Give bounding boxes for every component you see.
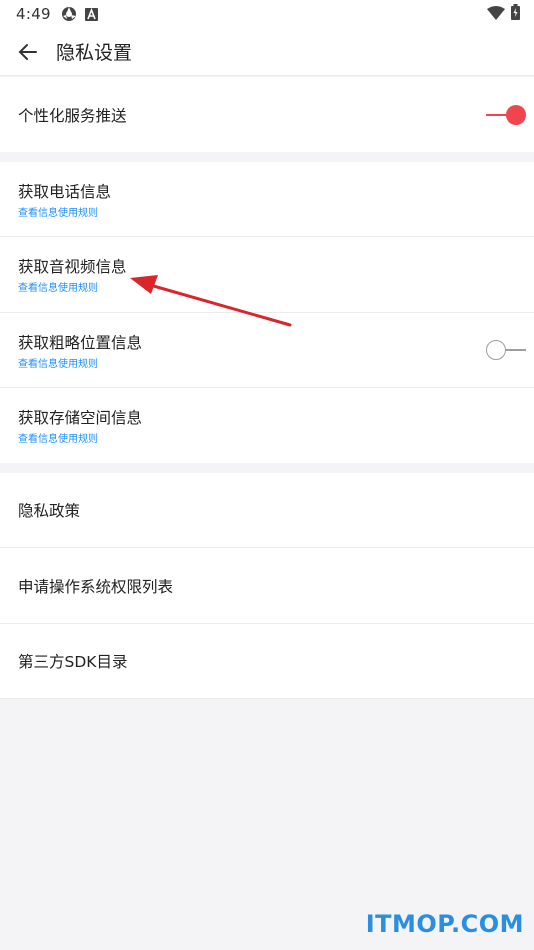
- personalization-section: 个性化服务推送: [0, 77, 534, 152]
- back-arrow-icon: [18, 43, 37, 60]
- av-info-label: 获取音视频信息: [18, 258, 127, 276]
- toggle-knob: [506, 104, 526, 125]
- location-info-rules-link[interactable]: 查看信息使用规则: [18, 355, 534, 370]
- phone-info-label: 获取电话信息: [18, 182, 112, 201]
- personalized-push-toggle[interactable]: [486, 104, 526, 125]
- location-info-row[interactable]: 获取粗略位置信息 查看信息使用规则: [0, 313, 534, 388]
- av-info-rules-link[interactable]: 查看信息使用规则: [18, 279, 534, 294]
- av-info-row[interactable]: 获取音视频信息 查看信息使用规则: [0, 237, 534, 313]
- location-info-toggle[interactable]: [486, 340, 526, 360]
- back-button[interactable]: [0, 28, 56, 76]
- a-icon: [84, 7, 98, 21]
- watermark-text: ITMOP.COM: [365, 910, 524, 938]
- status-bar: 4:49: [0, 0, 534, 28]
- privacy-policy-label: 隐私政策: [18, 502, 81, 520]
- app-bar: 隐私设置: [0, 28, 534, 76]
- storage-info-row[interactable]: 获取存储空间信息 查看信息使用规则: [0, 388, 534, 463]
- storage-info-rules-link[interactable]: 查看信息使用规则: [18, 430, 534, 445]
- privacy-policy-row[interactable]: 隐私政策: [0, 473, 534, 548]
- third-party-sdk-row[interactable]: 第三方SDK目录: [0, 624, 534, 699]
- status-time: 4:49: [16, 5, 51, 23]
- wifi-icon: [487, 5, 505, 24]
- permissions-section: 获取电话信息 查看信息使用规则 获取音视频信息 查看信息使用规则 获取粗略位置信…: [0, 162, 534, 463]
- toggle-knob: [486, 340, 506, 360]
- page-title: 隐私设置: [56, 42, 133, 64]
- policy-section: 隐私政策 申请操作系统权限列表 第三方SDK目录: [0, 473, 534, 699]
- third-party-sdk-label: 第三方SDK目录: [18, 653, 128, 671]
- os-permissions-row[interactable]: 申请操作系统权限列表: [0, 548, 534, 624]
- location-info-label: 获取粗略位置信息: [18, 333, 143, 352]
- storage-info-label: 获取存储空间信息: [18, 409, 143, 427]
- personalized-push-label: 个性化服务推送: [18, 106, 127, 125]
- sync-icon: [61, 6, 77, 22]
- personalized-push-row[interactable]: 个性化服务推送: [0, 77, 534, 152]
- os-permissions-label: 申请操作系统权限列表: [18, 577, 174, 596]
- phone-info-row[interactable]: 获取电话信息 查看信息使用规则: [0, 162, 534, 237]
- battery-icon: [511, 4, 520, 24]
- phone-info-rules-link[interactable]: 查看信息使用规则: [18, 204, 534, 219]
